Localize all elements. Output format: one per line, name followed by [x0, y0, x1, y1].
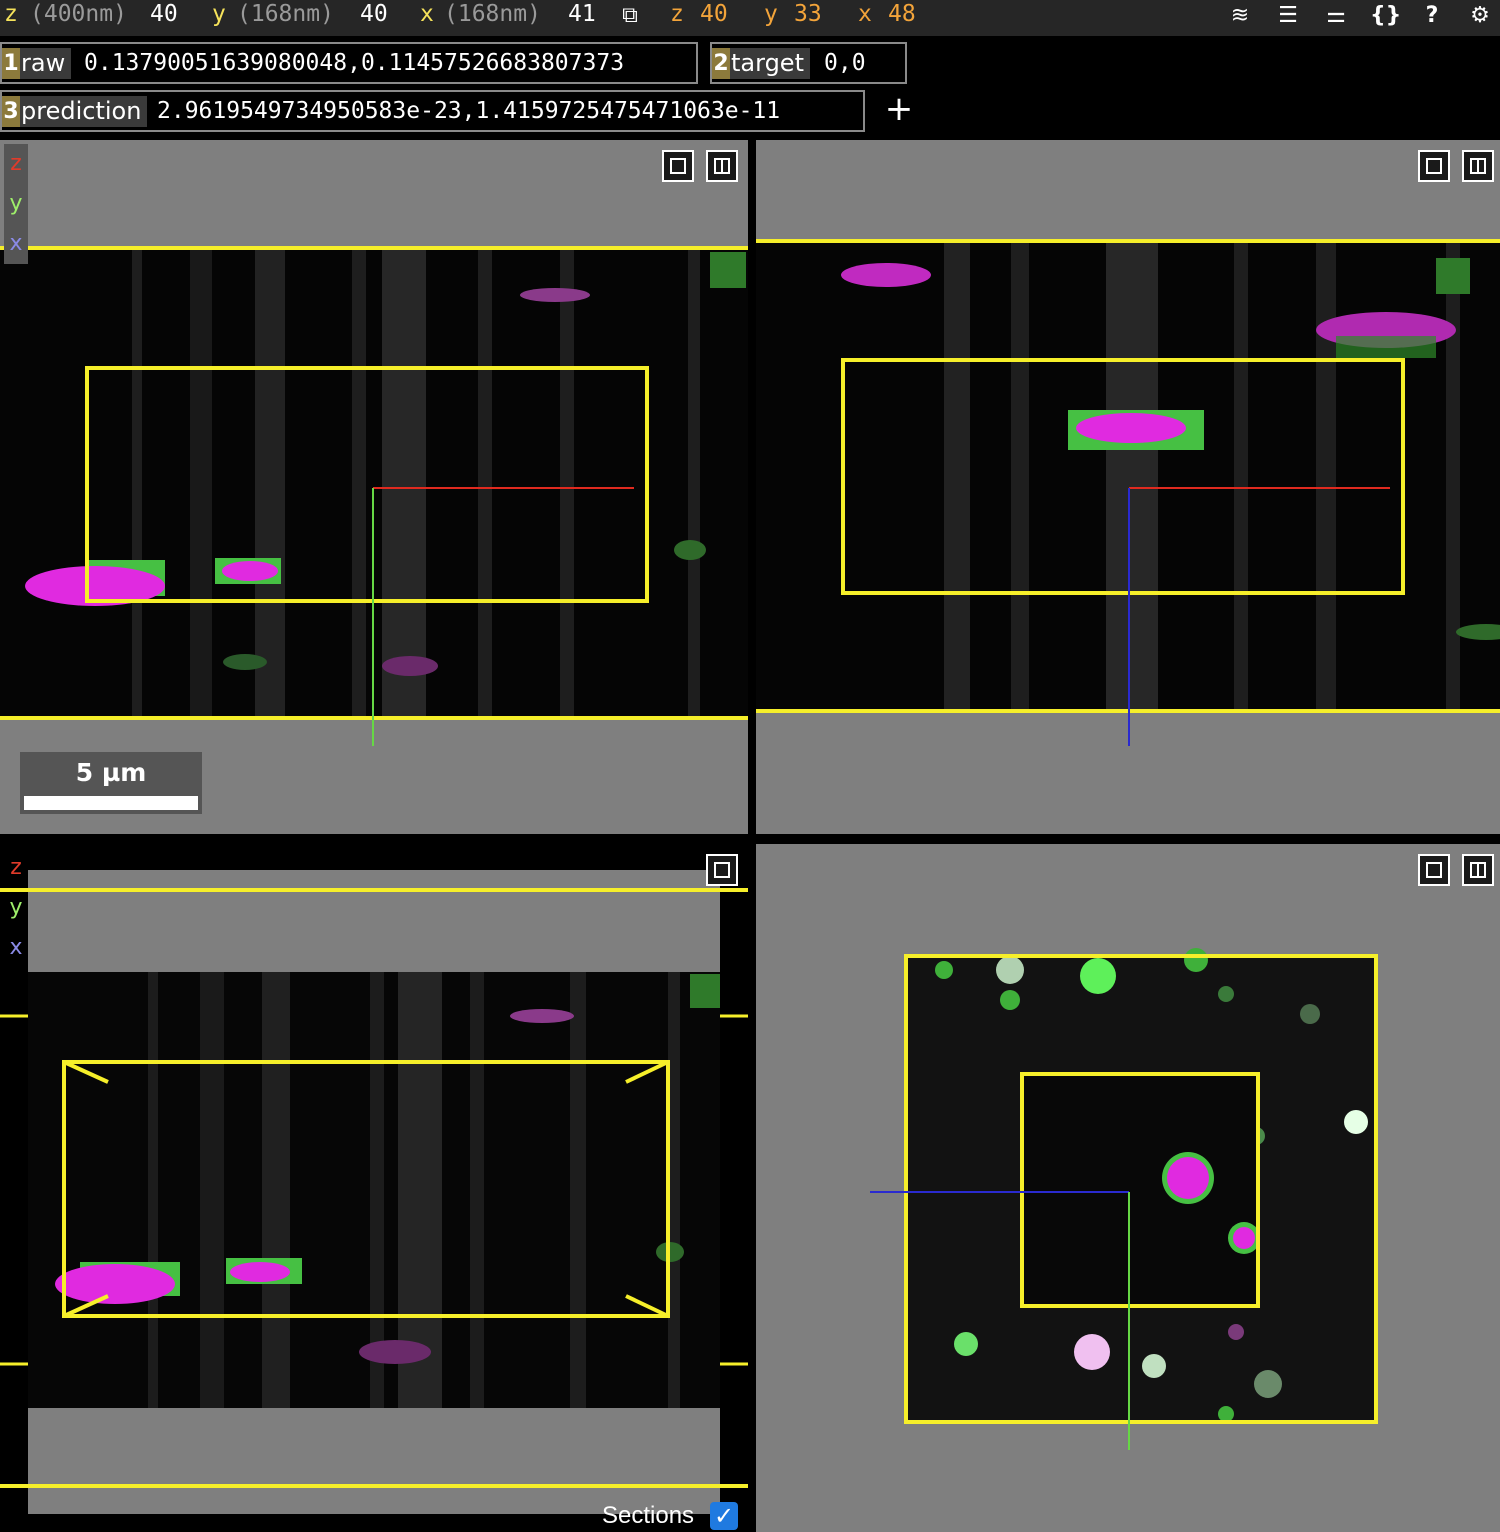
axis-x-label: x: [9, 935, 23, 960]
mouse-x-label: x: [858, 1, 872, 27]
sliders-icon[interactable]: ⚌: [1322, 2, 1350, 30]
x-dimension-label: x: [420, 1, 434, 27]
scale-bar: 5 µm: [20, 752, 202, 814]
layer-value: 2.9619549734950583e-23,1.415972547547106…: [157, 98, 781, 124]
magenta-blob: [359, 1340, 431, 1364]
split-panel-button[interactable]: [1462, 854, 1494, 886]
list-icon[interactable]: ☰: [1274, 2, 1302, 30]
maximize-panel-button[interactable]: [662, 150, 694, 182]
layer-name: raw: [20, 48, 72, 79]
z-dimension-label: z: [4, 1, 18, 27]
help-icon[interactable]: ?: [1418, 2, 1446, 30]
sections-label: Sections: [602, 1502, 695, 1529]
axis-x-label: x: [9, 231, 23, 256]
magenta-blob: [1076, 413, 1186, 443]
layer-raw[interactable]: 1 raw 0.13790051639080048,0.114575266838…: [0, 42, 698, 84]
mouse-y-label: y: [764, 1, 778, 27]
mouse-z-label: z: [670, 1, 684, 27]
3d-perspective-view[interactable]: [0, 842, 748, 1532]
magenta-blob: [510, 1009, 574, 1023]
gray-slab: [28, 1408, 720, 1514]
gray-slab: [28, 870, 720, 972]
viewer-panel-bottom-left[interactable]: z y x: [0, 842, 748, 1532]
green-blob: [1436, 258, 1470, 294]
layer-value: 0,0: [824, 50, 866, 76]
green-blob: [1336, 336, 1436, 358]
layer-bar: 1 raw 0.13790051639080048,0.114575266838…: [0, 36, 1500, 139]
magenta-blob: [55, 1264, 175, 1304]
magenta-blob: [222, 561, 278, 581]
settings-icon[interactable]: ⚙: [1466, 2, 1494, 30]
maximize-panel-button[interactable]: [1418, 150, 1450, 182]
split-panel-button[interactable]: [706, 150, 738, 182]
mouse-x-value: 48: [888, 1, 916, 27]
scale-bar-line: [24, 796, 198, 810]
split-view-icon: [714, 158, 730, 174]
green-blob: [690, 974, 720, 1008]
layers-icon[interactable]: ≋: [1226, 2, 1254, 30]
layer-value: 0.13790051639080048,0.11457526683807373: [84, 50, 625, 76]
x-unit: (168nm): [444, 1, 541, 27]
green-blob: [710, 252, 746, 288]
magenta-blob: [230, 1262, 290, 1282]
z-unit: (400nm): [30, 1, 127, 27]
mouse-y-value: 33: [794, 1, 822, 27]
magenta-blob: [382, 656, 438, 676]
y-dimension-label: y: [212, 1, 226, 27]
braces-icon[interactable]: {}: [1370, 2, 1401, 30]
maximize-icon: [714, 862, 730, 878]
y-unit: (168nm): [237, 1, 334, 27]
maximize-icon: [670, 158, 686, 174]
magenta-blob: [1233, 1227, 1255, 1249]
viewer-panel-top-left[interactable]: z y x 5 µm: [0, 140, 748, 834]
maximize-panel-button[interactable]: [706, 854, 738, 886]
axis-labels: z y x: [4, 848, 28, 968]
split-view-icon: [1470, 862, 1486, 878]
split-panel-button[interactable]: [1462, 150, 1494, 182]
viewer-panel-top-right[interactable]: [756, 140, 1500, 834]
z-position-value[interactable]: 40: [150, 0, 178, 29]
maximize-icon: [1426, 862, 1442, 878]
layer-number: 2: [712, 48, 730, 79]
viewer-panel-bottom-right[interactable]: [756, 844, 1500, 1532]
magenta-blob: [841, 263, 931, 287]
xz-slice-view[interactable]: [0, 140, 748, 834]
maximize-panel-button[interactable]: [1418, 854, 1450, 886]
axis-z-label: z: [10, 855, 22, 880]
layer-prediction[interactable]: 3 prediction 2.9619549734950583e-23,1.41…: [0, 90, 865, 132]
magenta-blob: [520, 288, 590, 302]
x-position-value[interactable]: 41: [568, 0, 596, 29]
split-view-icon: [1470, 158, 1486, 174]
yz-slice-view[interactable]: [756, 140, 1500, 834]
xy-slice-view[interactable]: [756, 844, 1500, 1532]
axis-z-label: z: [10, 151, 22, 176]
y-position-value[interactable]: 40: [360, 0, 388, 29]
layer-name: prediction: [20, 96, 148, 127]
sections-checkbox[interactable]: ✓: [710, 1502, 738, 1530]
mouse-z-value: 40: [700, 1, 728, 27]
layer-name: target: [730, 48, 810, 79]
add-layer-button[interactable]: +: [884, 92, 914, 126]
coordinate-status-bar: z (400nm) 40 y (168nm) 40 x (168nm) 41 ⧉…: [0, 0, 1500, 36]
magenta-blob: [1167, 1157, 1209, 1199]
axis-y-label: y: [9, 895, 23, 920]
axis-y-label: y: [9, 191, 23, 216]
layer-number: 3: [2, 96, 20, 127]
green-blob: [223, 654, 267, 670]
scale-bar-label: 5 µm: [75, 758, 147, 787]
layer-number: 1: [2, 48, 20, 79]
layer-target[interactable]: 2 target 0,0: [710, 42, 907, 84]
inner-region: [1022, 1074, 1258, 1306]
green-blob: [674, 540, 706, 560]
maximize-icon: [1426, 158, 1442, 174]
copy-icon[interactable]: ⧉: [616, 2, 644, 30]
axis-labels: z y x: [4, 144, 28, 264]
